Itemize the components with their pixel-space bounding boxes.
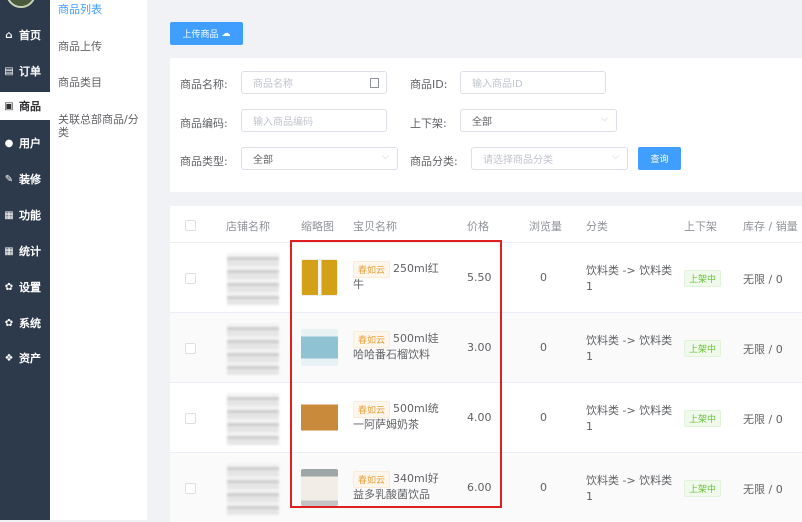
stats-icon: ▦ (4, 245, 14, 257)
sub-sidebar: 商品列表 商品上传 商品类目 关联总部商品/分类 (50, 0, 147, 520)
chevron-down-icon: ⌵ (612, 152, 619, 162)
nav-settings[interactable]: ✿ 设置 (0, 273, 50, 301)
asset-icon: ❖ (4, 352, 14, 364)
chevron-down-icon: ⌵ (601, 114, 608, 124)
code-label: 商品编码: (180, 117, 228, 130)
nav-orders[interactable]: ▤ 订单 (0, 57, 50, 85)
code-placeholder: 输入商品编码 (253, 117, 313, 128)
category-label: 商品分类: (410, 155, 458, 168)
nav-label: 设置 (19, 281, 41, 294)
sidebar: ⌂ 首页 ▤ 订单 ▣ 商品 ● 用户 ✎ 装修 ▦ 功能 ▦ 统计 ✿ 设置 ✿ 系统 ❖ 资产 (0, 0, 50, 520)
bag-icon: ▣ (4, 100, 14, 112)
shelf-label: 上下架: (410, 117, 447, 130)
views: 0 (540, 271, 547, 284)
cloud-upload-icon: ☁ (221, 28, 231, 39)
system-icon: ✿ (4, 317, 14, 329)
nav-assets[interactable]: ❖ 资产 (0, 344, 50, 372)
category: 饮料类 -> 饮料类1 (586, 334, 673, 363)
category: 饮料类 -> 饮料类1 (586, 404, 673, 433)
product-id-input[interactable]: 输入商品ID (460, 71, 606, 94)
stock-sales: 无限 / 0 (743, 483, 783, 496)
name-placeholder: 商品名称 (253, 79, 293, 90)
status-badge[interactable]: 上架中 (684, 410, 721, 427)
row-checkbox[interactable] (185, 343, 196, 354)
views: 0 (540, 341, 547, 354)
store-name-blurred (227, 253, 279, 305)
stock-sales: 无限 / 0 (743, 343, 783, 356)
id-placeholder: 输入商品ID (472, 79, 523, 90)
header-store: 店铺名称 (226, 220, 270, 233)
category: 饮料类 -> 饮料类1 (586, 264, 673, 293)
subnav-product-upload[interactable]: 商品上传 (58, 40, 102, 53)
chevron-down-icon: ⌵ (382, 152, 389, 162)
header-stock: 库存 / 销量 (743, 220, 798, 233)
header-status: 上下架 (684, 220, 717, 233)
decor-icon: ✎ (4, 173, 14, 185)
upload-product-button[interactable]: 上传商品 ☁ (170, 22, 243, 45)
nav-label: 功能 (19, 209, 41, 222)
status-badge[interactable]: 上架中 (684, 340, 721, 357)
select-all-checkbox[interactable] (185, 220, 196, 231)
header-price: 价格 (467, 220, 489, 233)
status-badge[interactable]: 上架中 (684, 480, 721, 497)
nav-decor[interactable]: ✎ 装修 (0, 165, 50, 193)
product-type-select[interactable]: 全部 ⌵ (241, 147, 398, 170)
nav-label: 装修 (19, 173, 41, 186)
store-name-blurred (227, 323, 279, 375)
subnav-product-category[interactable]: 商品类目 (58, 76, 102, 89)
highlight-box (290, 240, 502, 508)
nav-label: 系统 (19, 317, 41, 330)
stock-sales: 无限 / 0 (743, 413, 783, 426)
nav-home[interactable]: ⌂ 首页 (0, 21, 50, 49)
name-label: 商品名称: (180, 78, 228, 91)
nav-label: 资产 (19, 352, 41, 365)
nav-system[interactable]: ✿ 系统 (0, 309, 50, 337)
shelf-value: 全部 (472, 117, 492, 128)
grid-icon: ▦ (4, 209, 14, 221)
product-name-input[interactable]: 商品名称 (241, 71, 387, 94)
nav-users[interactable]: ● 用户 (0, 129, 50, 157)
nav-label: 商品 (19, 100, 41, 113)
nav-goods[interactable]: ▣ 商品 (0, 92, 50, 120)
nav-stats[interactable]: ▦ 统计 (0, 237, 50, 265)
upload-button-label: 上传商品 (182, 30, 219, 40)
store-name-blurred (227, 463, 279, 515)
subnav-product-list[interactable]: 商品列表 (58, 3, 102, 16)
filter-panel: 商品名称: 商品名称 商品ID: 输入商品ID 商品编码: 输入商品编码 上下架… (170, 58, 802, 192)
header-thumb: 缩略图 (301, 220, 334, 233)
header-views: 浏览量 (529, 220, 562, 233)
stock-sales: 无限 / 0 (743, 273, 783, 286)
search-button[interactable]: 查询 (638, 147, 681, 170)
nav-label: 首页 (19, 29, 41, 42)
type-label: 商品类型: (180, 155, 228, 168)
row-checkbox[interactable] (185, 273, 196, 284)
row-checkbox[interactable] (185, 483, 196, 494)
user-icon: ● (4, 137, 14, 149)
subnav-link-hq[interactable]: 关联总部商品/分类 (58, 113, 142, 139)
views: 0 (540, 411, 547, 424)
type-value: 全部 (253, 155, 273, 166)
store-name-blurred (227, 393, 279, 445)
header-name: 宝贝名称 (353, 220, 397, 233)
shelf-select[interactable]: 全部 ⌵ (460, 109, 617, 132)
product-code-input[interactable]: 输入商品编码 (241, 109, 387, 132)
nav-features[interactable]: ▦ 功能 (0, 201, 50, 229)
keyboard-icon (370, 78, 379, 88)
home-icon: ⌂ (5, 29, 13, 41)
product-category-select[interactable]: 请选择商品分类 ⌵ (471, 147, 628, 170)
category: 饮料类 -> 饮料类1 (586, 474, 673, 503)
nav-label: 订单 (19, 65, 41, 78)
row-checkbox[interactable] (185, 413, 196, 424)
logo (6, 0, 36, 8)
nav-label: 用户 (19, 137, 41, 150)
order-icon: ▤ (4, 65, 14, 77)
views: 0 (540, 481, 547, 494)
header-category: 分类 (586, 220, 608, 233)
status-badge[interactable]: 上架中 (684, 270, 721, 287)
nav-label: 统计 (19, 245, 41, 258)
category-placeholder: 请选择商品分类 (483, 155, 553, 166)
id-label: 商品ID: (410, 78, 448, 91)
gear-icon: ✿ (4, 281, 14, 293)
